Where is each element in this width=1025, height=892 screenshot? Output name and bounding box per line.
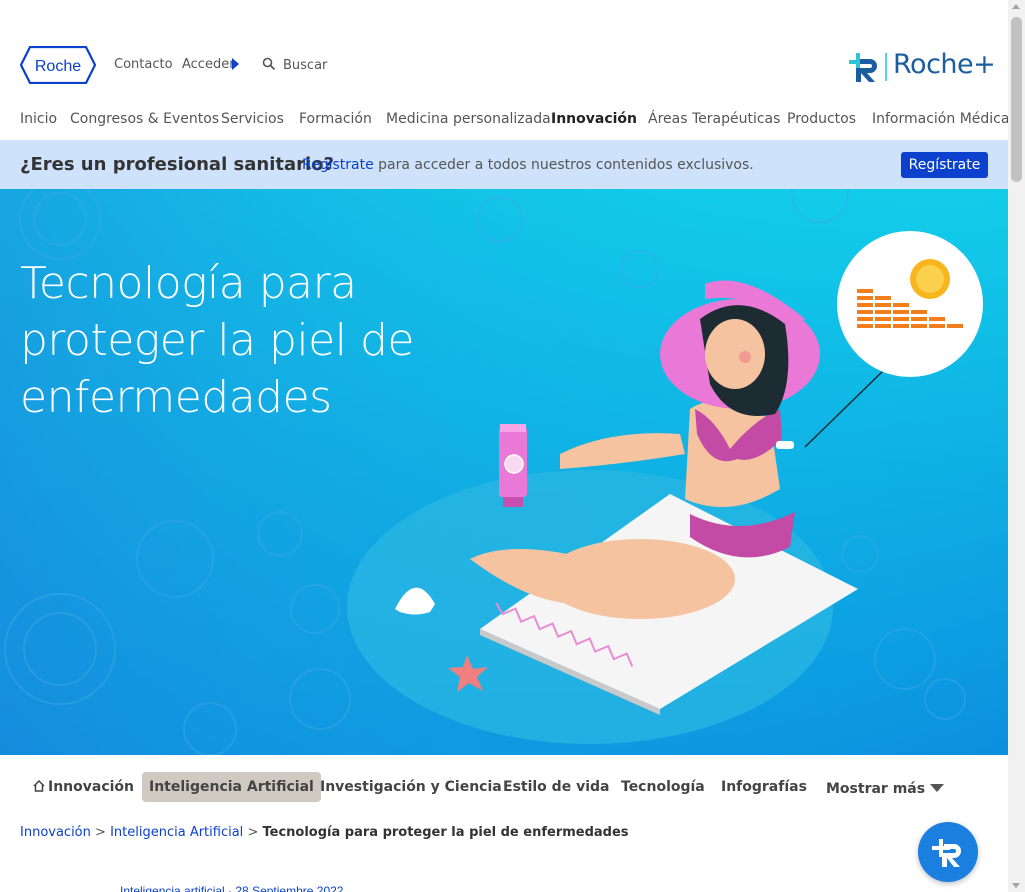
register-button[interactable]: Regístrate bbox=[901, 152, 988, 178]
rocheplus-chat-button[interactable] bbox=[918, 822, 978, 882]
nav-item-medicina-personalizada[interactable]: Medicina personalizada bbox=[386, 111, 551, 127]
nav-item-informacion-medica[interactable]: Información Médica bbox=[872, 111, 1009, 127]
home-icon bbox=[33, 780, 45, 792]
caret-right-icon bbox=[232, 58, 239, 70]
nav-item-servicios[interactable]: Servicios bbox=[221, 111, 284, 127]
tab-inteligencia-artificial[interactable]: Inteligencia Artificial bbox=[142, 772, 321, 802]
page-scrollbar[interactable] bbox=[1008, 0, 1025, 892]
chevron-down-icon bbox=[930, 784, 945, 792]
site-header: Roche Contacto Acceder Buscar Roche+ Ini… bbox=[0, 0, 1009, 140]
tab-show-more[interactable]: Mostrar más bbox=[819, 774, 951, 804]
search-icon[interactable] bbox=[262, 57, 276, 71]
tab-infografias[interactable]: Infografías bbox=[714, 772, 814, 802]
article-meta: Inteligencia artificial · 28 Septiembre … bbox=[120, 884, 344, 892]
nav-item-inicio[interactable]: Inicio bbox=[20, 111, 57, 127]
nav-item-areas-terapeuticas[interactable]: Áreas Terapéuticas bbox=[648, 111, 780, 127]
nav-item-formacion[interactable]: Formación bbox=[299, 111, 372, 127]
tab-innovacion[interactable]: Innovación bbox=[26, 772, 141, 802]
scroll-down-arrow-icon[interactable] bbox=[1012, 883, 1020, 888]
banner-message: Regístrate para acceder a todos nuestros… bbox=[302, 157, 754, 173]
nav-item-congresos[interactable]: Congresos & Eventos bbox=[70, 111, 219, 127]
hero-title: Tecnología para proteger la piel de enfe… bbox=[20, 258, 414, 423]
register-banner: ¿Eres un profesional sanitario? Regístra… bbox=[0, 140, 1008, 189]
tab-investigacion-ciencia[interactable]: Investigación y Ciencia bbox=[313, 772, 509, 802]
roche-logo-text: Roche bbox=[35, 58, 81, 75]
breadcrumb-current: Tecnología para proteger la piel de enfe… bbox=[262, 825, 629, 840]
tab-tecnologia[interactable]: Tecnología bbox=[614, 772, 712, 802]
hero-section: Tecnología para proteger la piel de enfe… bbox=[0, 189, 1008, 755]
nav-item-innovacion[interactable]: Innovación bbox=[551, 111, 637, 127]
breadcrumb-link-innovacion[interactable]: Innovación bbox=[20, 825, 91, 840]
category-tabs: Innovación Inteligencia Artificial Inves… bbox=[0, 772, 1008, 804]
rocheplus-label: Roche+ bbox=[893, 49, 996, 80]
breadcrumb-separator: > bbox=[95, 825, 106, 840]
banner-message-text: para acceder a todos nuestros contenidos… bbox=[373, 157, 754, 173]
tab-estilo-de-vida[interactable]: Estilo de vida bbox=[496, 772, 616, 802]
roche-logo[interactable]: Roche bbox=[20, 46, 96, 84]
nav-item-productos[interactable]: Productos bbox=[787, 111, 856, 127]
tab-innovacion-label: Innovación bbox=[48, 779, 135, 795]
login-link[interactable]: Acceder bbox=[182, 57, 235, 72]
scroll-up-arrow-icon[interactable] bbox=[1012, 4, 1020, 9]
banner-register-link[interactable]: Regístrate bbox=[302, 157, 374, 173]
rocheplus-icon bbox=[932, 839, 961, 867]
breadcrumb: Innovación > Inteligencia Artificial > T… bbox=[20, 825, 629, 840]
banner-question: ¿Eres un profesional sanitario? bbox=[20, 154, 334, 175]
breadcrumb-separator: > bbox=[247, 825, 259, 840]
tab-show-more-label: Mostrar más bbox=[826, 781, 926, 797]
breadcrumb-link-ia[interactable]: Inteligencia Artificial bbox=[110, 825, 243, 840]
search-label[interactable]: Buscar bbox=[283, 58, 327, 73]
scroll-thumb[interactable] bbox=[1011, 17, 1022, 182]
contact-link[interactable]: Contacto bbox=[114, 57, 173, 72]
